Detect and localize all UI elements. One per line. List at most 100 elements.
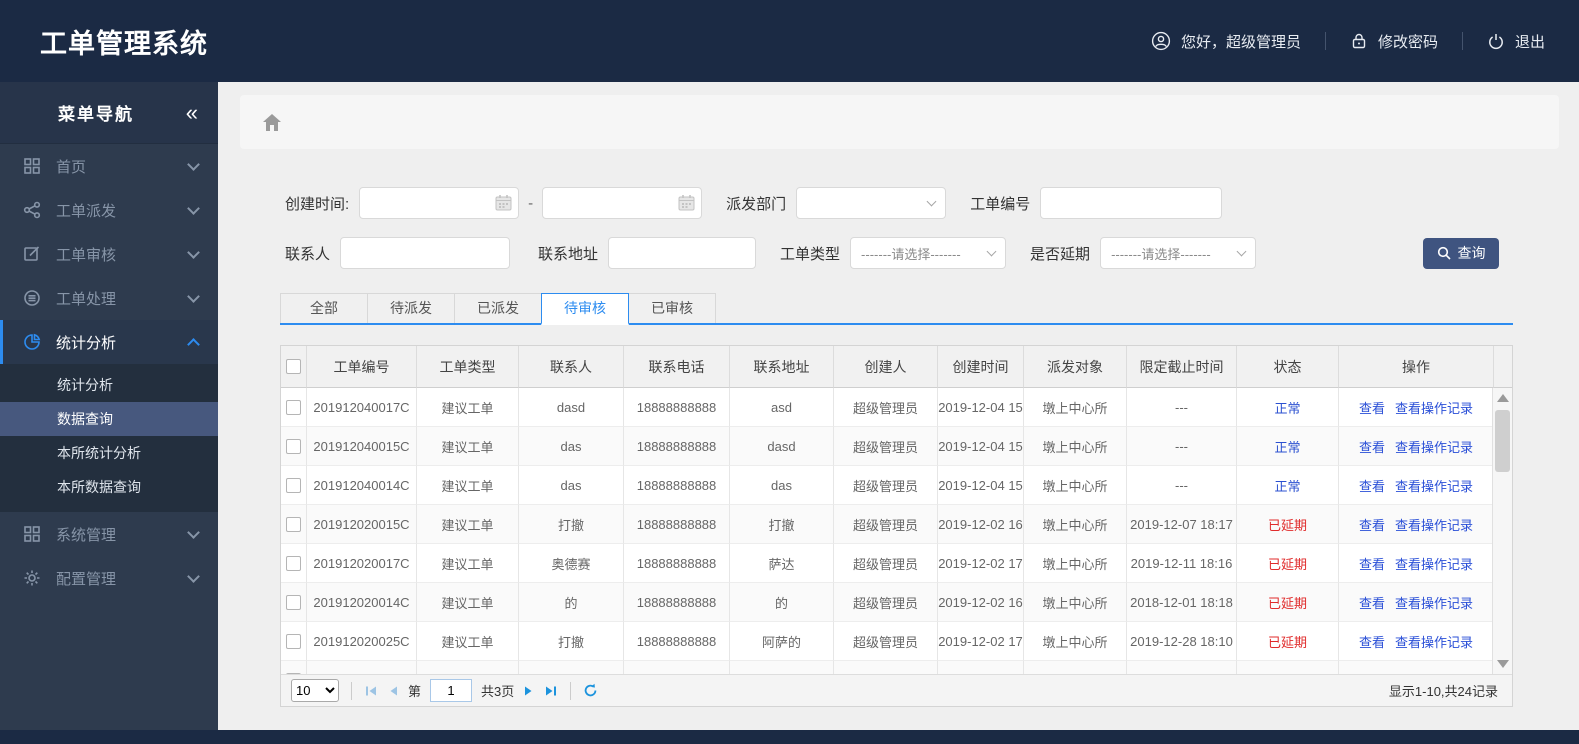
order-type-label: 工单类型 [780, 245, 841, 263]
change-password-link[interactable]: 修改密码 [1350, 31, 1438, 52]
view-log-link[interactable]: 查看操作记录 [1395, 476, 1473, 495]
collapse-sidebar-button[interactable]: « [186, 101, 198, 124]
address-input[interactable] [608, 237, 757, 269]
last-page-button[interactable] [544, 684, 558, 698]
scrollbar-thumb[interactable] [1495, 410, 1510, 472]
view-log-link[interactable]: 查看操作记录 [1395, 398, 1473, 417]
view-link[interactable]: 查看 [1359, 515, 1385, 534]
row-checkbox[interactable] [286, 633, 301, 649]
chevron-down-icon [926, 196, 937, 207]
cell-created_at: 2019-12-04 15 [938, 427, 1024, 466]
home-icon[interactable] [262, 113, 282, 132]
row-checkbox[interactable] [286, 477, 301, 493]
sidebar-item-home[interactable]: 首页 [0, 144, 218, 188]
cell-phone [624, 661, 730, 674]
cell-dispatch_target [1024, 661, 1127, 674]
prev-page-button[interactable] [387, 684, 399, 698]
sidebar-item-statistics[interactable]: 统计分析 [0, 320, 218, 364]
status-cell: 正常 [1237, 388, 1339, 427]
view-link[interactable]: 查看 [1359, 554, 1385, 573]
gear-icon [22, 568, 42, 588]
view-link[interactable]: 查看 [1359, 398, 1385, 417]
dispatch-dept-select[interactable] [796, 187, 947, 219]
row-checkbox[interactable] [286, 516, 301, 532]
sidebar-item-system[interactable]: 系统管理 [0, 512, 218, 556]
view-log-link[interactable]: 查看操作记录 [1395, 554, 1473, 573]
submenu-item-data-query[interactable]: 数据查询 [0, 402, 218, 436]
status-cell: 已延期 [1237, 544, 1339, 583]
scroll-up-icon[interactable] [1497, 394, 1509, 402]
page-number-input[interactable] [430, 679, 473, 702]
chevron-down-icon [187, 525, 200, 539]
calendar-icon[interactable] [678, 194, 695, 211]
dispatch-dept-label: 派发部门 [726, 195, 787, 213]
first-page-button[interactable] [364, 684, 378, 698]
status-cell: 正常 [1237, 427, 1339, 466]
tab-1[interactable]: 待派发 [367, 293, 455, 323]
view-log-link[interactable]: 查看操作记录 [1395, 593, 1473, 612]
row-checkbox[interactable] [286, 438, 301, 454]
contact-input[interactable] [340, 237, 511, 269]
view-link[interactable]: 查看 [1359, 476, 1385, 495]
view-link[interactable]: 查看 [1359, 437, 1385, 456]
cell-order_type [417, 661, 519, 674]
sidebar-item-config[interactable]: 配置管理 [0, 556, 218, 600]
select-all-checkbox[interactable] [286, 359, 301, 374]
page-prefix: 第 [408, 684, 422, 699]
vertical-scrollbar[interactable] [1492, 388, 1512, 674]
breadcrumb [240, 95, 1559, 149]
user-greeting: 您好，超级管理员 [1151, 31, 1301, 52]
row-select-cell [281, 466, 307, 505]
table-row: 201912020025C 建议工单 打撤 18888888888 阿萨的 超级管理员 20… [281, 622, 1512, 661]
row-checkbox[interactable] [286, 399, 301, 415]
view-log-link[interactable]: 查看操作记录 [1395, 515, 1473, 534]
search-button[interactable]: 查询 [1423, 237, 1499, 269]
view-log-link[interactable]: 查看操作记录 [1395, 437, 1473, 456]
cell-phone: 18888888888 [624, 622, 730, 661]
sidebar-item-process[interactable]: 工单处理 [0, 276, 218, 320]
logout-button[interactable]: 退出 [1487, 31, 1545, 52]
sidebar-item-label: 工单派发 [56, 202, 117, 220]
order-no-input[interactable] [1040, 187, 1223, 219]
view-link[interactable]: 查看 [1359, 593, 1385, 612]
order-type-select[interactable]: -------请选择------- [850, 237, 1007, 269]
row-checkbox[interactable] [286, 672, 301, 674]
next-page-button[interactable] [523, 684, 535, 698]
scroll-down-icon[interactable] [1497, 660, 1509, 668]
row-select-cell [281, 544, 307, 583]
view-log-link[interactable]: 查看操作记录 [1395, 632, 1473, 651]
cell-creator: 超级管理员 [834, 388, 938, 427]
create-time-start-field [359, 187, 520, 219]
greeting-text: 您好，超级管理员 [1180, 33, 1301, 51]
refresh-button[interactable] [583, 683, 598, 698]
row-checkbox[interactable] [286, 555, 301, 571]
page-size-select[interactable]: 10 [291, 679, 339, 702]
tab-3[interactable]: 待审核 [541, 293, 629, 325]
bottom-strip [0, 730, 1579, 744]
submenu-item-local-statistics[interactable]: 本所统计分析 [0, 436, 218, 470]
sidebar-item-dispatch[interactable]: 工单派发 [0, 188, 218, 232]
tab-0[interactable]: 全部 [280, 293, 368, 323]
table-row: 201912020014C 建议工单的 18888888888 的超级管理员 2019-… [281, 583, 1512, 622]
chevron-down-icon [187, 157, 200, 171]
edit-icon [22, 244, 42, 264]
sidebar-item-label: 系统管理 [56, 526, 117, 544]
calendar-icon[interactable] [495, 194, 512, 211]
delay-select[interactable]: -------请选择------- [1100, 237, 1257, 269]
submenu-item-statistics[interactable]: 统计分析 [0, 368, 218, 402]
row-checkbox[interactable] [286, 594, 301, 610]
cell-created_at: 2019-12-02 16 [938, 505, 1024, 544]
status-tabs: 全部 待派发 已派发 待审核 已审核 [280, 293, 1513, 325]
submenu-item-local-data-query[interactable]: 本所数据查询 [0, 470, 218, 504]
cell-address: 打撤 [730, 505, 834, 544]
cell-dispatch_target: 墩上中心所 [1024, 427, 1127, 466]
cell-deadline: 2019-12-07 18:17 [1127, 505, 1237, 544]
tab-2[interactable]: 已派发 [454, 293, 542, 323]
table-row [281, 661, 1512, 674]
view-link[interactable]: 查看 [1359, 632, 1385, 651]
tab-4[interactable]: 已审核 [628, 293, 716, 323]
cell-created_at: 2019-12-04 15 [938, 466, 1024, 505]
next-page-icon [525, 686, 532, 695]
sidebar-item-review[interactable]: 工单审核 [0, 232, 218, 276]
page-total: 共3页 [481, 684, 515, 699]
